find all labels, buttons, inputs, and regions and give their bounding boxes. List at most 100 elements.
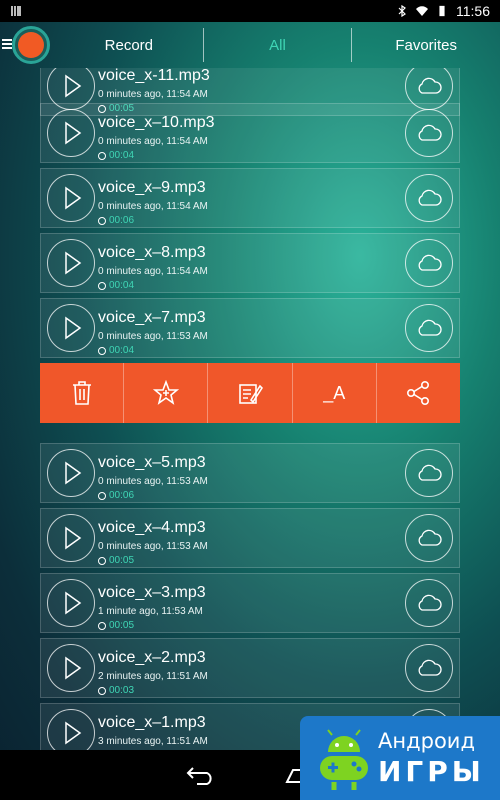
- recording-name: voice_x–4.mp3: [98, 519, 206, 536]
- recording-duration: 00:06: [98, 490, 134, 501]
- clock-icon: [98, 686, 106, 695]
- play-button[interactable]: [47, 709, 95, 750]
- wifi-icon: [416, 6, 428, 17]
- tab-record[interactable]: Record: [55, 22, 203, 68]
- duration-value: 00:03: [109, 685, 135, 696]
- recording-item[interactable]: voice_x–10.mp3 0 minutes ago, 11:54 AM 00:…: [40, 103, 460, 163]
- back-icon[interactable]: [185, 765, 215, 785]
- play-icon: [65, 461, 82, 485]
- recording-time: 3 minutes ago, 11:51 AM: [98, 736, 208, 747]
- cloud-upload-button[interactable]: [405, 109, 453, 157]
- clock-icon: [98, 151, 106, 160]
- play-icon: [65, 186, 82, 210]
- duration-value: 00:05: [109, 620, 135, 631]
- clock-icon: [98, 281, 106, 290]
- play-button[interactable]: [47, 449, 95, 497]
- recording-name: voice_x–8.mp3: [98, 244, 206, 261]
- cloud-upload-button[interactable]: [405, 514, 453, 562]
- cloud-icon: [418, 659, 442, 676]
- record-dot-icon: [18, 32, 44, 58]
- cloud-upload-button[interactable]: [405, 644, 453, 692]
- cloud-upload-button[interactable]: [405, 449, 453, 497]
- watermark-line2: ИГРЫ: [378, 754, 485, 788]
- share-button[interactable]: [377, 363, 460, 423]
- recording-name: voice_x–1.mp3: [98, 714, 206, 731]
- clock-icon: [98, 491, 106, 500]
- tab-all[interactable]: All: [204, 22, 352, 68]
- cloud-icon: [418, 124, 442, 141]
- play-icon: [65, 251, 82, 275]
- duration-value: 00:04: [109, 150, 135, 161]
- clock-icon: [98, 556, 106, 565]
- recording-time: 0 minutes ago, 11:54 AM: [98, 266, 208, 277]
- play-button[interactable]: [47, 579, 95, 627]
- status-bar: 11:56: [0, 0, 500, 22]
- recording-item[interactable]: voice_x–2.mp3 2 minutes ago, 11:51 AM 00:0…: [40, 638, 460, 698]
- clock-icon: [98, 346, 106, 355]
- cloud-icon: [418, 189, 442, 206]
- edit-button[interactable]: [208, 363, 293, 423]
- recording-name: voice_x–3.mp3: [98, 584, 206, 601]
- recording-name: voice_x–5.mp3: [98, 454, 206, 471]
- clock-icon: [98, 621, 106, 630]
- watermark-line1: Андроид: [378, 728, 475, 753]
- cloud-upload-button[interactable]: [405, 174, 453, 222]
- record-button[interactable]: [12, 26, 50, 64]
- play-icon: [65, 526, 82, 550]
- play-icon: [65, 656, 82, 680]
- status-time: 11:56: [456, 3, 490, 19]
- cloud-upload-button[interactable]: [405, 239, 453, 287]
- recording-item[interactable]: voice_x–5.mp3 0 minutes ago, 11:53 AM 00:0…: [40, 443, 460, 503]
- recording-time: 0 minutes ago, 11:53 AM: [98, 331, 208, 342]
- recording-name: voice_x–7.mp3: [98, 309, 206, 326]
- recording-time: 2 minutes ago, 11:51 AM: [98, 671, 208, 682]
- recording-name: voice_x–10.mp3: [98, 114, 215, 131]
- delete-button[interactable]: [40, 363, 125, 423]
- android-gamepad-logo: [320, 729, 368, 790]
- cloud-upload-button[interactable]: [405, 304, 453, 352]
- play-icon: [65, 121, 82, 145]
- cloud-icon: [418, 464, 442, 481]
- play-button[interactable]: [47, 109, 95, 157]
- recording-time: 0 minutes ago, 11:53 AM: [98, 541, 208, 552]
- tab-bar: Record All Favorites: [55, 22, 500, 68]
- recording-time: 1 minute ago, 11:53 AM: [98, 606, 203, 617]
- cloud-upload-button[interactable]: [405, 579, 453, 627]
- menu-icon[interactable]: [2, 38, 12, 50]
- recording-duration: 00:04: [98, 345, 134, 356]
- item-action-bar: _A: [40, 363, 460, 423]
- cloud-icon: [418, 594, 442, 611]
- play-icon: [65, 721, 82, 745]
- clock-icon: [98, 216, 106, 225]
- play-button[interactable]: [47, 514, 95, 562]
- recording-item[interactable]: voice_x–3.mp3 1 minute ago, 11:53 AM 00:05: [40, 573, 460, 633]
- star-add-icon: [152, 380, 179, 405]
- recording-time: 0 minutes ago, 11:54 AM: [98, 201, 208, 212]
- recording-item[interactable]: voice_x–4.mp3 0 minutes ago, 11:53 AM 00:0…: [40, 508, 460, 568]
- battery-icon: [439, 5, 445, 17]
- duration-value: 00:06: [109, 215, 135, 226]
- recording-duration: 00:05: [98, 620, 134, 631]
- recording-name: voice_x–9.mp3: [98, 179, 206, 196]
- storage-icon: [11, 6, 21, 16]
- cloud-icon: [418, 529, 442, 546]
- play-button[interactable]: [47, 304, 95, 352]
- rename-button[interactable]: _A: [293, 363, 377, 423]
- top-bar: Record All Favorites: [0, 22, 500, 68]
- recording-time: 0 minutes ago, 11:54 AM: [98, 89, 208, 100]
- recording-name: voice_x-11.mp3: [98, 68, 210, 84]
- play-button[interactable]: [47, 644, 95, 692]
- tab-favorites[interactable]: Favorites: [352, 22, 500, 68]
- recording-item[interactable]: voice_x–7.mp3 0 minutes ago, 11:53 AM 00:0…: [40, 298, 460, 358]
- duration-value: 00:05: [109, 555, 135, 566]
- play-icon: [65, 316, 82, 340]
- recording-name: voice_x–2.mp3: [98, 649, 206, 666]
- play-button[interactable]: [47, 239, 95, 287]
- recording-duration: 00:05: [98, 555, 134, 566]
- favorite-button[interactable]: [124, 363, 209, 423]
- recording-item[interactable]: voice_x–9.mp3 0 minutes ago, 11:54 AM 00:0…: [40, 168, 460, 228]
- cloud-icon: [418, 77, 442, 94]
- play-button[interactable]: [47, 174, 95, 222]
- recording-item[interactable]: voice_x–8.mp3 0 minutes ago, 11:54 AM 00:0…: [40, 233, 460, 293]
- recording-time: 0 minutes ago, 11:53 AM: [98, 476, 208, 487]
